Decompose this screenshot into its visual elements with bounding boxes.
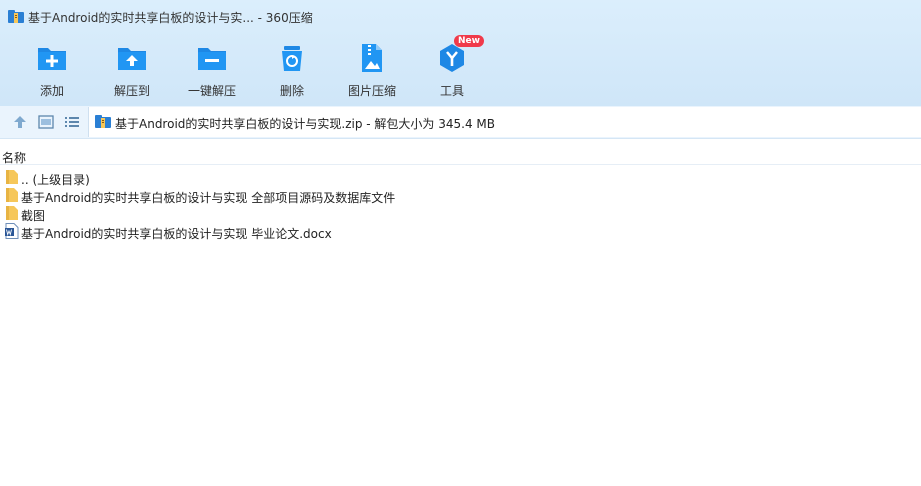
add-folder-icon <box>36 42 68 74</box>
title-bar: 基于Android的实时共享白板的设计与实... - 360压缩 <box>0 0 921 32</box>
word-doc-icon <box>5 223 19 242</box>
window-title: 基于Android的实时共享白板的设计与实... - 360压缩 <box>28 11 313 25</box>
extract-to-folder-icon <box>116 42 148 74</box>
header-divider <box>0 164 921 165</box>
up-arrow-icon[interactable] <box>12 114 28 130</box>
file-list-header: 名称 <box>0 144 921 165</box>
add-button[interactable]: 添加 <box>12 38 92 98</box>
archive-file-icon <box>95 114 111 131</box>
recycle-bin-icon <box>276 42 308 74</box>
add-label: 添加 <box>39 84 64 98</box>
tools-label: 工具 <box>439 84 464 98</box>
file-name: 基于Android的实时共享白板的设计与实现 毕业论文.docx <box>21 227 332 241</box>
image-compress-icon <box>356 42 388 74</box>
list-view-icon[interactable] <box>64 114 80 130</box>
one-click-extract-icon <box>196 42 228 74</box>
details-view-icon[interactable] <box>38 114 54 130</box>
list-item-parent-dir[interactable]: .. (上级目录) <box>0 168 921 187</box>
tools-button[interactable]: New 工具 <box>412 35 492 98</box>
window-control-shadow <box>578 0 618 8</box>
extract-to-button[interactable]: 解压到 <box>92 38 172 98</box>
one-click-extract-button[interactable]: 一键解压 <box>172 38 252 98</box>
image-compress-label: 图片压缩 <box>347 84 396 98</box>
extract-to-label: 解压到 <box>113 84 150 98</box>
path-field[interactable]: 基于Android的实时共享白板的设计与实现.zip - 解包大小为 345.4… <box>88 107 921 137</box>
one-click-extract-label: 一键解压 <box>187 84 236 98</box>
image-compress-button[interactable]: 图片压缩 <box>332 38 412 98</box>
list-item-source-folder[interactable]: 基于Android的实时共享白板的设计与实现 全部项目源码及数据库文件 <box>0 186 921 205</box>
delete-label: 删除 <box>279 84 304 98</box>
path-text: 基于Android的实时共享白板的设计与实现.zip - 解包大小为 345.4… <box>115 117 495 131</box>
list-item-screenshots-folder[interactable]: 截图 <box>0 204 921 223</box>
list-item-thesis-docx[interactable]: 基于Android的实时共享白板的设计与实现 毕业论文.docx <box>0 222 921 242</box>
delete-button[interactable]: 删除 <box>252 38 332 98</box>
address-bar: 基于Android的实时共享白板的设计与实现.zip - 解包大小为 345.4… <box>0 106 921 139</box>
archive-app-icon <box>8 9 24 26</box>
file-list: .. (上级目录) 基于Android的实时共享白板的设计与实现 全部项目源码及… <box>0 168 921 242</box>
top-panel: 基于Android的实时共享白板的设计与实... - 360压缩 添加 解压到 … <box>0 0 921 106</box>
main-toolbar: 添加 解压到 一键解压 删除 图片压缩 New 工具 <box>0 32 921 106</box>
new-badge: New <box>454 35 484 47</box>
